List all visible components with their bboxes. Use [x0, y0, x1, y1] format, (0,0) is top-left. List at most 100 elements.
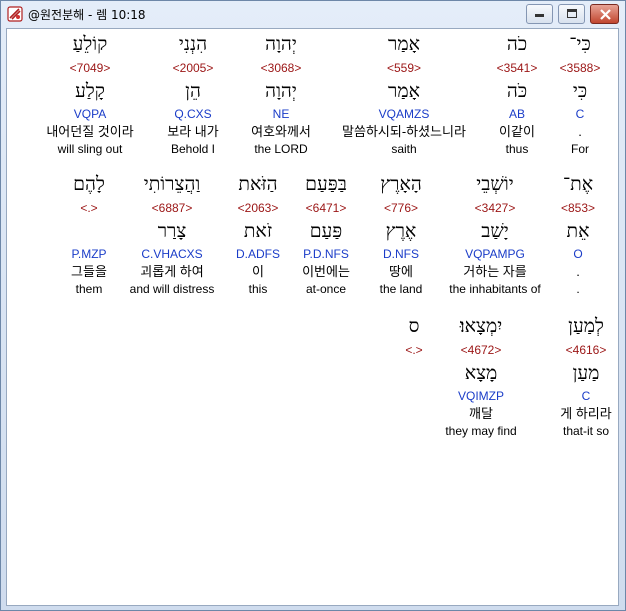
- morph-code: C: [581, 389, 591, 403]
- morph-code: P.D.NFS: [303, 247, 349, 261]
- korean-gloss: 이같이: [499, 124, 535, 139]
- english-gloss: that-it so: [562, 424, 610, 438]
- korean-gloss: 깨달: [469, 406, 493, 421]
- strong-number[interactable]: <6887>: [112, 199, 232, 217]
- english-gloss: Behold I: [170, 142, 216, 156]
- interlinear-view[interactable]: כִּי־ <3588> כִּי C. For כֹה <3541> כֹּה AB 이같이 th…: [6, 28, 619, 606]
- hebrew-word: ס: [408, 315, 420, 337]
- english-gloss: the land: [379, 282, 423, 296]
- lemma-word: [394, 359, 434, 387]
- morph-code: D.ADFS: [235, 247, 280, 261]
- strong-number[interactable]: <559>: [319, 59, 489, 77]
- minimize-icon: [535, 14, 544, 17]
- korean-gloss: .: [576, 264, 580, 279]
- korean-gloss: 이: [252, 264, 264, 279]
- hebrew-word: בַּפַּעַם: [305, 173, 347, 195]
- hebrew-word: וַהֲצֵרוֹתִי: [143, 173, 201, 195]
- minimize-button[interactable]: [526, 4, 553, 24]
- lemma-word: זֹאת: [243, 220, 273, 242]
- strong-number[interactable]: <3427>: [435, 199, 555, 217]
- word-1-1[interactable]: כִּי־ <3588> כִּי C. For: [551, 29, 609, 158]
- morph-code: VQPAMPG: [465, 247, 525, 261]
- strong-number[interactable]: <853>: [553, 199, 603, 217]
- morph-code: VQAMZS: [378, 107, 430, 121]
- korean-gloss: 내어던질 것이라: [46, 124, 134, 139]
- word-2-1[interactable]: אֶת־ <853> אֵת O..: [553, 169, 603, 298]
- word-2-4[interactable]: בַּפַּעַם <6471> פַּעַם P.D.NFS 이번에는 at-once: [286, 169, 366, 298]
- lemma-word: יָשַׁב: [481, 220, 509, 242]
- strong-number[interactable]: <4616>: [551, 341, 618, 359]
- english-gloss: them: [75, 282, 103, 296]
- strong-number[interactable]: <3588>: [551, 59, 609, 77]
- morph-code: AB: [508, 107, 525, 121]
- morph-code: NE: [272, 107, 290, 121]
- lemma-word: אָמַר: [388, 80, 420, 102]
- maximize-icon: [567, 9, 577, 18]
- lemma-word: צָרַר: [157, 220, 187, 242]
- lemma-word: אֶרֶץ: [385, 220, 417, 242]
- hebrew-word: אָמַר: [388, 33, 420, 55]
- strong-number[interactable]: <2005>: [153, 59, 233, 77]
- hebrew-word: הַזֹּאת: [238, 173, 278, 195]
- hebrew-word: אֶת־: [562, 173, 594, 195]
- word-3-2[interactable]: יִמְצָאוּ׃ <4672> מָצָא VQIMZP 깨달 they may fi…: [436, 311, 526, 440]
- strong-number[interactable]: <.>: [59, 199, 119, 217]
- lemma-word: כִּי: [572, 80, 588, 102]
- morph-code: [394, 387, 434, 405]
- hebrew-word: יִמְצָאוּ׃: [459, 315, 503, 337]
- lemma-word: יְהוָה: [265, 80, 297, 102]
- lemma-word: מָצָא: [464, 362, 498, 384]
- hebrew-word: כֹה: [506, 33, 528, 55]
- maximize-button[interactable]: [558, 4, 585, 24]
- hebrew-word: יְהוָה: [265, 33, 297, 55]
- strong-number[interactable]: <2063>: [228, 199, 288, 217]
- lemma-word: כֹּה: [506, 80, 528, 102]
- morph-code: VQIMZP: [457, 389, 504, 403]
- english-gloss: [394, 423, 434, 440]
- word-2-2[interactable]: יוֹשְׁבֵי <3427> יָשַׁב VQPAMPG 거하는 자를 the in…: [435, 169, 555, 298]
- strong-number[interactable]: <4672>: [436, 341, 526, 359]
- morph-code: D.NFS: [383, 247, 419, 261]
- lemma-word: פַּעַם: [309, 220, 343, 242]
- word-1-4[interactable]: יְהוָה <3068> יְהוָה NE 여호와께서 the LORD: [231, 29, 331, 158]
- word-1-3[interactable]: אָמַר <559> אָמַר VQAMZS 말씀하시되-하셨느니라 saith: [319, 29, 489, 158]
- lemma-word: הֵן: [185, 80, 201, 102]
- strong-number[interactable]: <6471>: [286, 199, 366, 217]
- strong-number[interactable]: <3068>: [231, 59, 331, 77]
- strong-number[interactable]: <3541>: [487, 59, 547, 77]
- word-2-3[interactable]: הָאָרֶץ <776> אֶרֶץ D.NFS 땅에 the land: [366, 169, 436, 298]
- word-1-6[interactable]: קוֹלֵעַ <7049> קָלַע VQPA 내어던질 것이라 will sling…: [25, 29, 155, 158]
- word-3-1[interactable]: לְמַעַן <4616> מַעַן C 게 하리라 that-it so: [551, 311, 618, 440]
- morph-code: C: [575, 107, 585, 121]
- english-gloss: For: [571, 142, 589, 156]
- morph-code: C.VHACXS: [141, 247, 203, 261]
- lemma-word: אֵת: [566, 220, 590, 242]
- strong-number[interactable]: <.>: [394, 341, 434, 359]
- word-1-5[interactable]: הִנְנִי <2005> הֵן Q.CXS 보라 내가 Behold I: [153, 29, 233, 158]
- korean-gloss: 거하는 자를: [463, 264, 527, 279]
- english-gloss: the inhabitants of: [449, 282, 541, 296]
- english-gloss: .: [576, 282, 580, 296]
- app-window: @원전분해 - 렘 10:18 כִּי־ <3588> כִּי C. For כֹה <…: [0, 0, 626, 611]
- strong-number[interactable]: <7049>: [25, 59, 155, 77]
- lemma-word: קָלַע: [75, 80, 105, 102]
- word-2-7[interactable]: לָהֶם <.> P.MZP 그들을 them: [59, 169, 119, 298]
- word-2-5[interactable]: הַזֹּאת <2063> זֹאת D.ADFS 이 this: [228, 169, 288, 298]
- korean-gloss: [394, 405, 434, 423]
- korean-gloss: 말씀하시되-하셨느니라: [342, 124, 466, 139]
- window-title: @원전분해 - 렘 10:18: [28, 8, 146, 22]
- english-gloss: thus: [505, 142, 529, 156]
- strong-number[interactable]: <776>: [366, 199, 436, 217]
- english-gloss: they may find: [445, 424, 517, 438]
- korean-gloss: 그들을: [71, 264, 107, 279]
- word-1-2[interactable]: כֹה <3541> כֹּה AB 이같이 thus: [487, 29, 547, 158]
- morph-code: O: [573, 247, 583, 261]
- hebrew-word: לְמַעַן: [568, 315, 604, 337]
- word-2-6[interactable]: וַהֲצֵרוֹתִי <6887> צָרַר C.VHACXS 괴롭게 하여 and…: [112, 169, 232, 298]
- hebrew-word: יוֹשְׁבֵי: [476, 173, 514, 195]
- title-bar[interactable]: @원전분해 - 렘 10:18: [1, 1, 625, 27]
- lemma-word: מַעַן: [572, 362, 600, 384]
- korean-gloss: 보라 내가: [167, 124, 219, 139]
- word-3-3[interactable]: ס <.>: [394, 311, 434, 440]
- close-button[interactable]: [590, 4, 619, 24]
